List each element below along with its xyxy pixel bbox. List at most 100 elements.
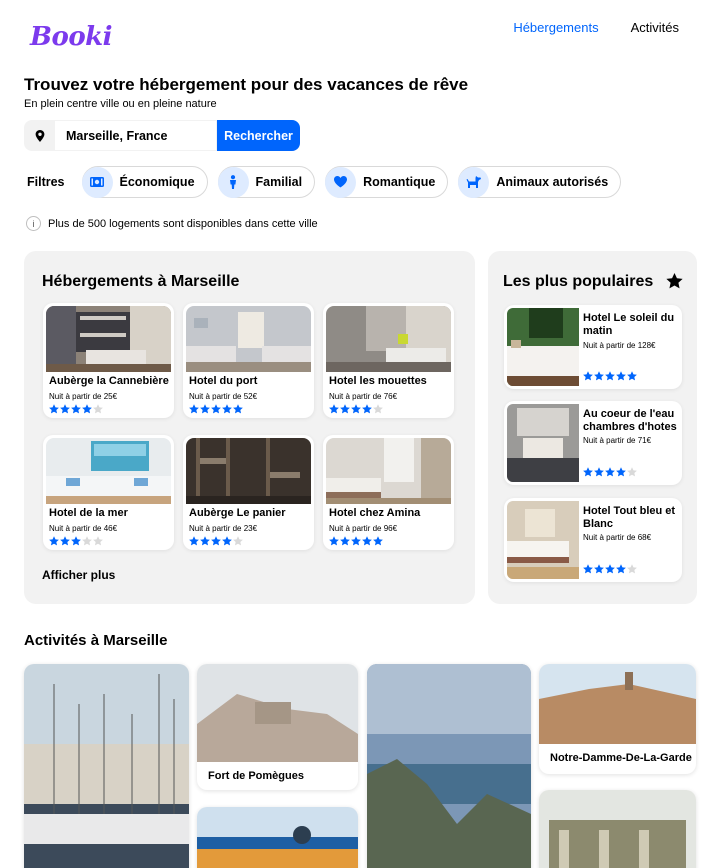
star-filled-icon xyxy=(583,467,593,477)
page-title: Trouvez votre hébergement pour des vacan… xyxy=(24,75,469,94)
rating-stars xyxy=(49,404,103,414)
populaire-name: Hotel Le soleil du matin xyxy=(583,312,675,337)
hebergement-card[interactable]: Hotel chez Amina Nuit à partir de 96€ xyxy=(323,435,454,550)
star-empty-icon xyxy=(93,536,103,546)
star-filled-icon xyxy=(82,404,92,414)
star-filled-icon xyxy=(362,404,372,414)
star-filled-icon xyxy=(351,536,361,546)
rating-stars xyxy=(189,536,243,546)
hebergement-photo xyxy=(186,438,311,504)
star-filled-icon xyxy=(211,404,221,414)
hebergement-card[interactable]: Hotel les mouettes Nuit à partir de 76€ xyxy=(323,303,454,418)
star-filled-icon xyxy=(605,371,615,381)
hebergement-photo xyxy=(326,438,451,504)
activite-name: Fort de Pomègues xyxy=(208,770,304,782)
star-icon xyxy=(666,273,683,289)
hebergement-name: Hotel chez Amina xyxy=(329,507,421,519)
populaires-section: Les plus populaires Hotel Le soleil du m… xyxy=(488,251,697,604)
hebergement-card[interactable]: Hotel du port Nuit à partir de 52€ xyxy=(183,303,314,418)
hebergement-price: Nuit à partir de 23€ xyxy=(189,524,258,533)
activite-card[interactable]: Fort de Pomègues xyxy=(197,664,358,790)
star-filled-icon xyxy=(616,371,626,381)
star-filled-icon xyxy=(340,536,350,546)
populaire-photo xyxy=(507,404,579,482)
rating-stars xyxy=(49,536,103,546)
star-filled-icon xyxy=(189,536,199,546)
star-filled-icon xyxy=(211,536,221,546)
rating-stars xyxy=(329,536,383,546)
hebergement-photo xyxy=(46,306,171,372)
hebergement-name: Hotel de la mer xyxy=(49,507,128,519)
populaire-card[interactable]: Hotel Le soleil du matin Nuit à partir d… xyxy=(504,305,682,389)
filters-bar: Filtres Économique Familial Romantique A… xyxy=(27,166,631,198)
activite-card[interactable] xyxy=(539,790,696,868)
star-filled-icon xyxy=(605,564,615,574)
nav-activites[interactable]: Activités xyxy=(631,20,679,35)
hebergements-section: Hébergements à Marseille Aubèrge la Cann… xyxy=(24,251,475,604)
star-filled-icon xyxy=(605,467,615,477)
populaire-card[interactable]: Au coeur de l'eau chambres d'hotes Nuit … xyxy=(504,401,682,485)
star-empty-icon xyxy=(627,564,637,574)
hebergement-price: Nuit à partir de 76€ xyxy=(329,392,398,401)
filter-romantique[interactable]: Romantique xyxy=(325,166,449,198)
search-button[interactable]: Rechercher xyxy=(217,120,300,151)
star-filled-icon xyxy=(222,404,232,414)
rating-stars xyxy=(583,467,637,477)
show-more-link[interactable]: Afficher plus xyxy=(42,568,115,582)
filter-animaux[interactable]: Animaux autorisés xyxy=(458,166,622,198)
populaire-name: Au coeur de l'eau chambres d'hotes xyxy=(583,408,677,433)
heart-icon xyxy=(325,166,357,198)
activite-card[interactable] xyxy=(197,807,358,868)
search-bar: Rechercher xyxy=(24,120,300,151)
hebergement-card[interactable]: Aubèrge la Cannebière Nuit à partir de 2… xyxy=(43,303,174,418)
info-text: Plus de 500 logements sont disponibles d… xyxy=(48,217,318,230)
hebergement-photo xyxy=(46,438,171,504)
hebergement-card[interactable]: Aubèrge Le panier Nuit à partir de 23€ xyxy=(183,435,314,550)
rating-stars xyxy=(583,564,637,574)
rating-stars xyxy=(583,371,637,381)
hebergement-price: Nuit à partir de 96€ xyxy=(329,524,398,533)
activite-name: Notre-Damme-De-La-Garde xyxy=(550,752,692,764)
activite-photo xyxy=(24,664,189,868)
search-input[interactable] xyxy=(55,120,217,151)
populaires-title: Les plus populaires xyxy=(503,273,654,290)
populaire-photo xyxy=(507,308,579,386)
hebergements-title: Hébergements à Marseille xyxy=(42,273,240,290)
rating-stars xyxy=(189,404,243,414)
logo[interactable]: Booki xyxy=(30,22,113,52)
star-filled-icon xyxy=(362,536,372,546)
main-nav: Hébergements Activités xyxy=(513,20,679,35)
hebergement-photo xyxy=(326,306,451,372)
activite-photo xyxy=(197,807,358,868)
star-empty-icon xyxy=(82,536,92,546)
activite-photo xyxy=(367,664,531,868)
star-filled-icon xyxy=(351,404,361,414)
filter-familial[interactable]: Familial xyxy=(217,166,316,198)
populaire-card[interactable]: Hotel Tout bleu et Blanc Nuit à partir d… xyxy=(504,498,682,582)
star-empty-icon xyxy=(233,536,243,546)
star-filled-icon xyxy=(200,536,210,546)
star-filled-icon xyxy=(233,404,243,414)
info-icon: i xyxy=(26,216,41,231)
nav-hebergements[interactable]: Hébergements xyxy=(513,20,598,35)
activite-card[interactable] xyxy=(367,664,531,868)
star-filled-icon xyxy=(222,536,232,546)
hebergement-card[interactable]: Hotel de la mer Nuit à partir de 46€ xyxy=(43,435,174,550)
rating-stars xyxy=(329,404,383,414)
hebergement-price: Nuit à partir de 52€ xyxy=(189,392,258,401)
star-filled-icon xyxy=(60,404,70,414)
star-filled-icon xyxy=(583,371,593,381)
star-filled-icon xyxy=(71,536,81,546)
star-filled-icon xyxy=(329,404,339,414)
star-filled-icon xyxy=(616,564,626,574)
star-empty-icon xyxy=(373,404,383,414)
activites-title: Activités à Marseille xyxy=(24,632,168,649)
activite-card[interactable]: Notre-Damme-De-La-Garde xyxy=(539,664,696,774)
filter-label: Économique xyxy=(119,175,195,189)
filter-economique[interactable]: Économique xyxy=(81,166,208,198)
populaire-name: Hotel Tout bleu et Blanc xyxy=(583,505,676,530)
populaire-price: Nuit à partir de 68€ xyxy=(583,533,652,542)
activite-photo xyxy=(539,790,696,868)
filters-label: Filtres xyxy=(27,175,65,189)
activite-card[interactable] xyxy=(24,664,189,868)
